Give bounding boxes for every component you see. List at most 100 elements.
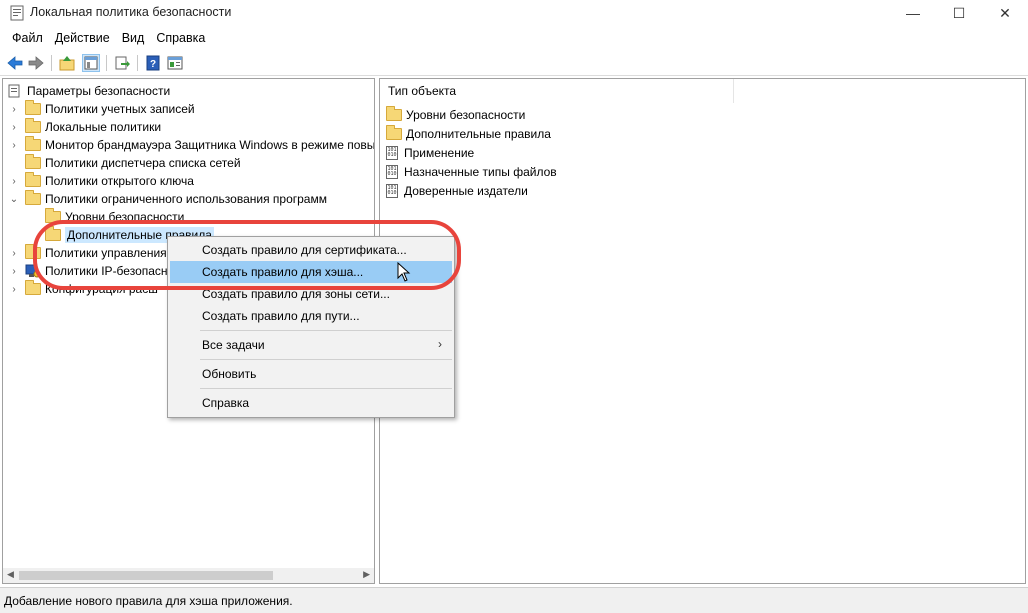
title-bar: Локальная политика безопасности — ☐ ✕ xyxy=(0,0,1028,26)
list-item[interactable]: Дополнительные правила xyxy=(386,125,551,143)
up-icon xyxy=(59,56,75,71)
scrollbar-thumb[interactable] xyxy=(19,571,273,580)
help-button[interactable]: ? xyxy=(144,54,162,72)
close-button[interactable]: ✕ xyxy=(982,0,1028,26)
tree-item-account-policies[interactable]: › Политики учетных записей xyxy=(9,100,195,118)
tree-item-advanced-audit[interactable]: › Конфигурация расш xyxy=(9,280,158,298)
tree-item-local-policies[interactable]: › Локальные политики xyxy=(9,118,161,136)
tree-item-ip-security[interactable]: › Политики IP-безопасно xyxy=(9,262,174,280)
menu-file[interactable]: Файл xyxy=(6,31,49,45)
chevron-right-icon[interactable]: › xyxy=(9,266,19,277)
tree-item-label: Политики управления xyxy=(45,246,167,260)
menu-separator xyxy=(200,330,452,331)
tree-root[interactable]: Параметры безопасности xyxy=(7,82,170,100)
tree-item-label: Политики учетных записей xyxy=(45,102,195,116)
security-settings-icon xyxy=(8,84,20,98)
tree-item-label: Локальные политики xyxy=(45,120,162,134)
toolbar-separator xyxy=(137,55,138,71)
list-item-label: Доверенные издатели xyxy=(404,184,528,198)
column-header-label: Тип объекта xyxy=(388,84,457,98)
tree-item-label: Политики ограниченного использования про… xyxy=(45,192,327,206)
menu-item-label: Справка xyxy=(202,396,250,410)
folder-icon xyxy=(25,136,41,151)
chevron-right-icon[interactable]: › xyxy=(9,104,19,115)
tree-item-app-control[interactable]: › Политики управления xyxy=(9,244,167,262)
folder-lock-icon xyxy=(25,118,41,133)
tree-item-label: Политики IP-безопасно xyxy=(45,264,175,278)
chevron-right-icon[interactable]: › xyxy=(9,176,19,187)
menu-action[interactable]: Действие xyxy=(49,31,116,45)
menu-item-new-path-rule[interactable]: Создать правило для пути... xyxy=(170,305,452,327)
back-button[interactable] xyxy=(6,54,24,72)
toolbar: ? xyxy=(0,50,1028,76)
horizontal-scrollbar[interactable]: ◀ ▶ xyxy=(3,568,374,583)
menu-item-label: Создать правило для пути... xyxy=(202,309,360,323)
tree-item-software-restriction[interactable]: ⌄ Политики ограниченного использования п… xyxy=(9,190,327,208)
folder-icon xyxy=(25,244,41,259)
list-item[interactable]: 101 010 Назначенные типы файлов xyxy=(386,163,557,181)
folder-icon xyxy=(25,100,41,115)
menu-item-new-network-zone-rule[interactable]: Создать правило для зоны сети... xyxy=(170,283,452,305)
menu-item-label: Все задачи xyxy=(202,338,265,352)
tree-item-label: Монитор брандмауэра Защитника Windows в … xyxy=(45,138,375,152)
folder-icon xyxy=(25,154,41,169)
list-item-label: Назначенные типы файлов xyxy=(404,165,557,179)
submenu-arrow-icon: › xyxy=(438,337,442,351)
minimize-icon: — xyxy=(906,5,920,21)
maximize-button[interactable]: ☐ xyxy=(936,0,982,26)
tree-item-network-list-policies[interactable]: Политики диспетчера списка сетей xyxy=(9,154,241,172)
column-header-object-type[interactable]: Тип объекта xyxy=(380,79,734,103)
menu-item-all-tasks[interactable]: Все задачи › xyxy=(170,334,452,356)
tree-item-label: Политики диспетчера списка сетей xyxy=(45,156,241,170)
svg-text:?: ? xyxy=(150,59,156,70)
folder-icon xyxy=(386,125,402,140)
status-bar: Добавление нового правила для хэша прило… xyxy=(0,587,1028,613)
security-policy-app-icon xyxy=(10,5,24,21)
forward-icon xyxy=(28,56,44,70)
list-item[interactable]: 101 010 Применение xyxy=(386,144,474,162)
menu-bar: Файл Действие Вид Справка xyxy=(0,27,1028,49)
menu-item-help[interactable]: Справка xyxy=(170,392,452,414)
menu-item-new-certificate-rule[interactable]: Создать правило для сертификата... xyxy=(170,239,452,261)
menu-view[interactable]: Вид xyxy=(116,31,151,45)
list-item[interactable]: 101 010 Доверенные издатели xyxy=(386,182,528,200)
tree-item-label: Уровни безопасности xyxy=(65,210,185,224)
tree-root-label: Параметры безопасности xyxy=(27,84,171,98)
list-item-label: Применение xyxy=(404,146,475,160)
tree-item-public-key-policies[interactable]: › Политики открытого ключа xyxy=(9,172,194,190)
scroll-left-icon[interactable]: ◀ xyxy=(7,569,14,580)
tree-item-firewall-monitor[interactable]: › Монитор брандмауэра Защитника Windows … xyxy=(9,136,375,154)
scroll-right-icon[interactable]: ▶ xyxy=(363,569,370,580)
chevron-right-icon[interactable]: › xyxy=(9,284,19,295)
show-hide-tree-button[interactable] xyxy=(82,54,100,72)
minimize-button[interactable]: — xyxy=(890,0,936,26)
tree-item-label: Конфигурация расш xyxy=(45,282,158,296)
chevron-right-icon[interactable]: › xyxy=(9,140,19,151)
tree-item-security-levels[interactable]: Уровни безопасности xyxy=(29,208,184,226)
menu-help[interactable]: Справка xyxy=(150,31,211,45)
chevron-down-icon[interactable]: ⌄ xyxy=(9,194,19,205)
menu-item-refresh[interactable]: Обновить xyxy=(170,363,452,385)
chevron-right-icon[interactable]: › xyxy=(9,122,19,133)
properties-button[interactable] xyxy=(166,54,184,72)
back-icon xyxy=(7,56,23,70)
details-pane[interactable]: Тип объекта Уровни безопасности Дополнит… xyxy=(379,78,1026,584)
menu-item-label: Создать правило для хэша... xyxy=(202,265,364,279)
menu-item-label: Создать правило для зоны сети... xyxy=(202,287,390,301)
menu-item-label: Создать правило для сертификата... xyxy=(202,243,407,257)
list-item[interactable]: Уровни безопасности xyxy=(386,106,525,124)
policy-file-icon: 101 010 xyxy=(386,165,398,179)
ip-security-icon xyxy=(25,264,41,278)
folder-icon xyxy=(25,280,41,295)
menu-separator xyxy=(200,388,452,389)
close-icon: ✕ xyxy=(999,4,1011,21)
export-button[interactable] xyxy=(113,54,131,72)
chevron-right-icon[interactable]: › xyxy=(9,248,19,259)
up-button[interactable] xyxy=(58,54,76,72)
forward-button[interactable] xyxy=(27,54,45,72)
policy-file-icon: 101 010 xyxy=(386,184,398,198)
menu-separator xyxy=(200,359,452,360)
